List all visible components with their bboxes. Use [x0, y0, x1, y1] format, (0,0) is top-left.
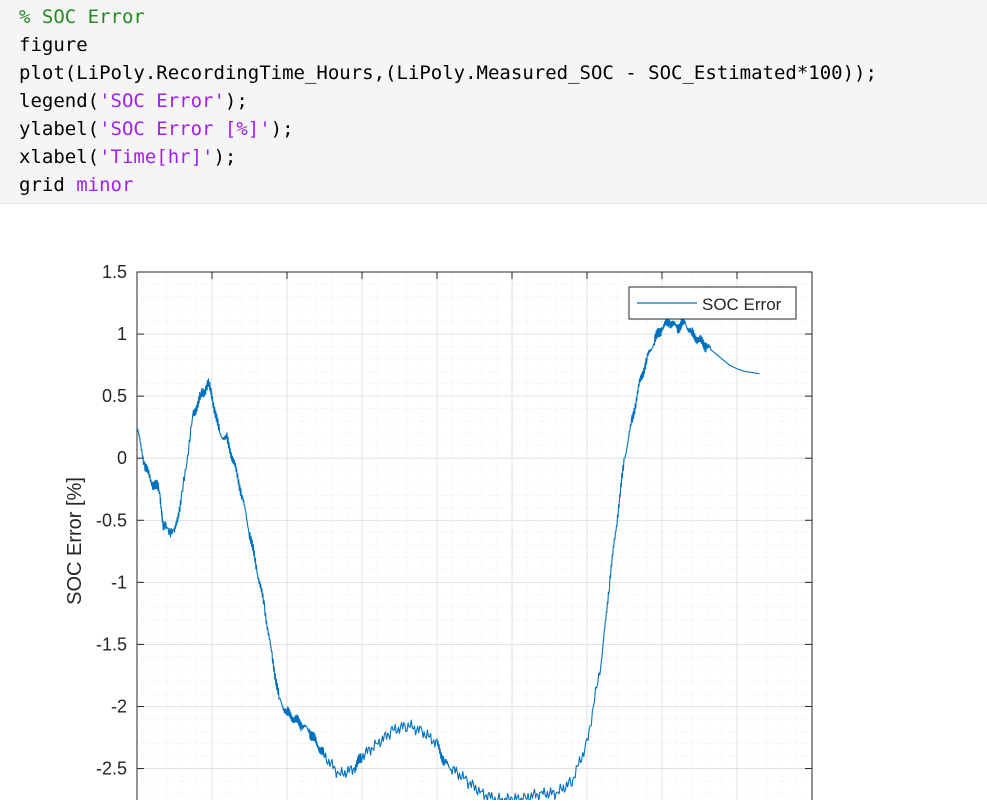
- code-line: figure: [19, 31, 88, 59]
- y-axis-label: SOC Error [%]: [64, 477, 86, 605]
- soc-error-chart: 1.5 1 0.5 0 -0.5 -1 -1.5 -2 -2.5 SOC Error [%] S…: [64, 262, 813, 805]
- figure-area: 1.5 1 0.5 0 -0.5 -1 -1.5 -2 -2.5 SOC Error [%] S…: [0, 205, 987, 805]
- legend: SOC Error: [628, 286, 797, 320]
- code-token: );: [270, 118, 294, 140]
- code-cell[interactable]: % SOC Error figure plot(LiPoly.RecordingTi…: [0, 0, 987, 204]
- plot-axes-box: [136, 271, 813, 805]
- code-token: grid: [19, 174, 77, 196]
- code-token: figure: [19, 34, 88, 56]
- code-line: xlabel('Time[hr]');: [19, 143, 236, 171]
- code-token: xlabel(: [19, 146, 100, 168]
- code-line: plot(LiPoly.RecordingTime_Hours,(LiPoly.…: [19, 59, 877, 87]
- code-line: legend('SOC Error');: [19, 87, 248, 115]
- code-token: legend(: [19, 90, 100, 112]
- series-layer: [136, 315, 760, 805]
- y-tick-label: -1: [111, 572, 127, 592]
- y-tick-label: 0: [117, 448, 127, 468]
- code-token: % SOC Error: [19, 6, 145, 28]
- code-token: ylabel(: [19, 118, 100, 140]
- y-tick-label: -1.5: [96, 634, 127, 654]
- y-tick-label: -0.5: [96, 510, 127, 530]
- series-line-0: [136, 315, 760, 805]
- code-line: % SOC Error: [19, 3, 145, 31]
- y-tick-label: -2.5: [96, 759, 127, 779]
- code-line: grid minor: [19, 171, 133, 199]
- y-tick-label: -2: [111, 696, 127, 716]
- code-line: ylabel('SOC Error [%]');: [19, 115, 294, 143]
- code-token: );: [224, 90, 248, 112]
- code-token: 'SOC Error [%]': [99, 118, 271, 140]
- code-token: 'SOC Error': [99, 90, 225, 112]
- y-tick-label: 1.5: [102, 262, 127, 282]
- y-tick-label: 0.5: [102, 386, 127, 406]
- legend-label: SOC Error: [702, 295, 782, 314]
- y-tick-label: 1: [117, 324, 127, 344]
- code-token: plot(LiPoly.RecordingTime_Hours,(LiPoly.…: [19, 62, 877, 84]
- code-token: 'Time[hr]': [99, 146, 214, 168]
- code-token: minor: [76, 174, 134, 196]
- code-token: );: [213, 146, 237, 168]
- grid: [136, 271, 813, 805]
